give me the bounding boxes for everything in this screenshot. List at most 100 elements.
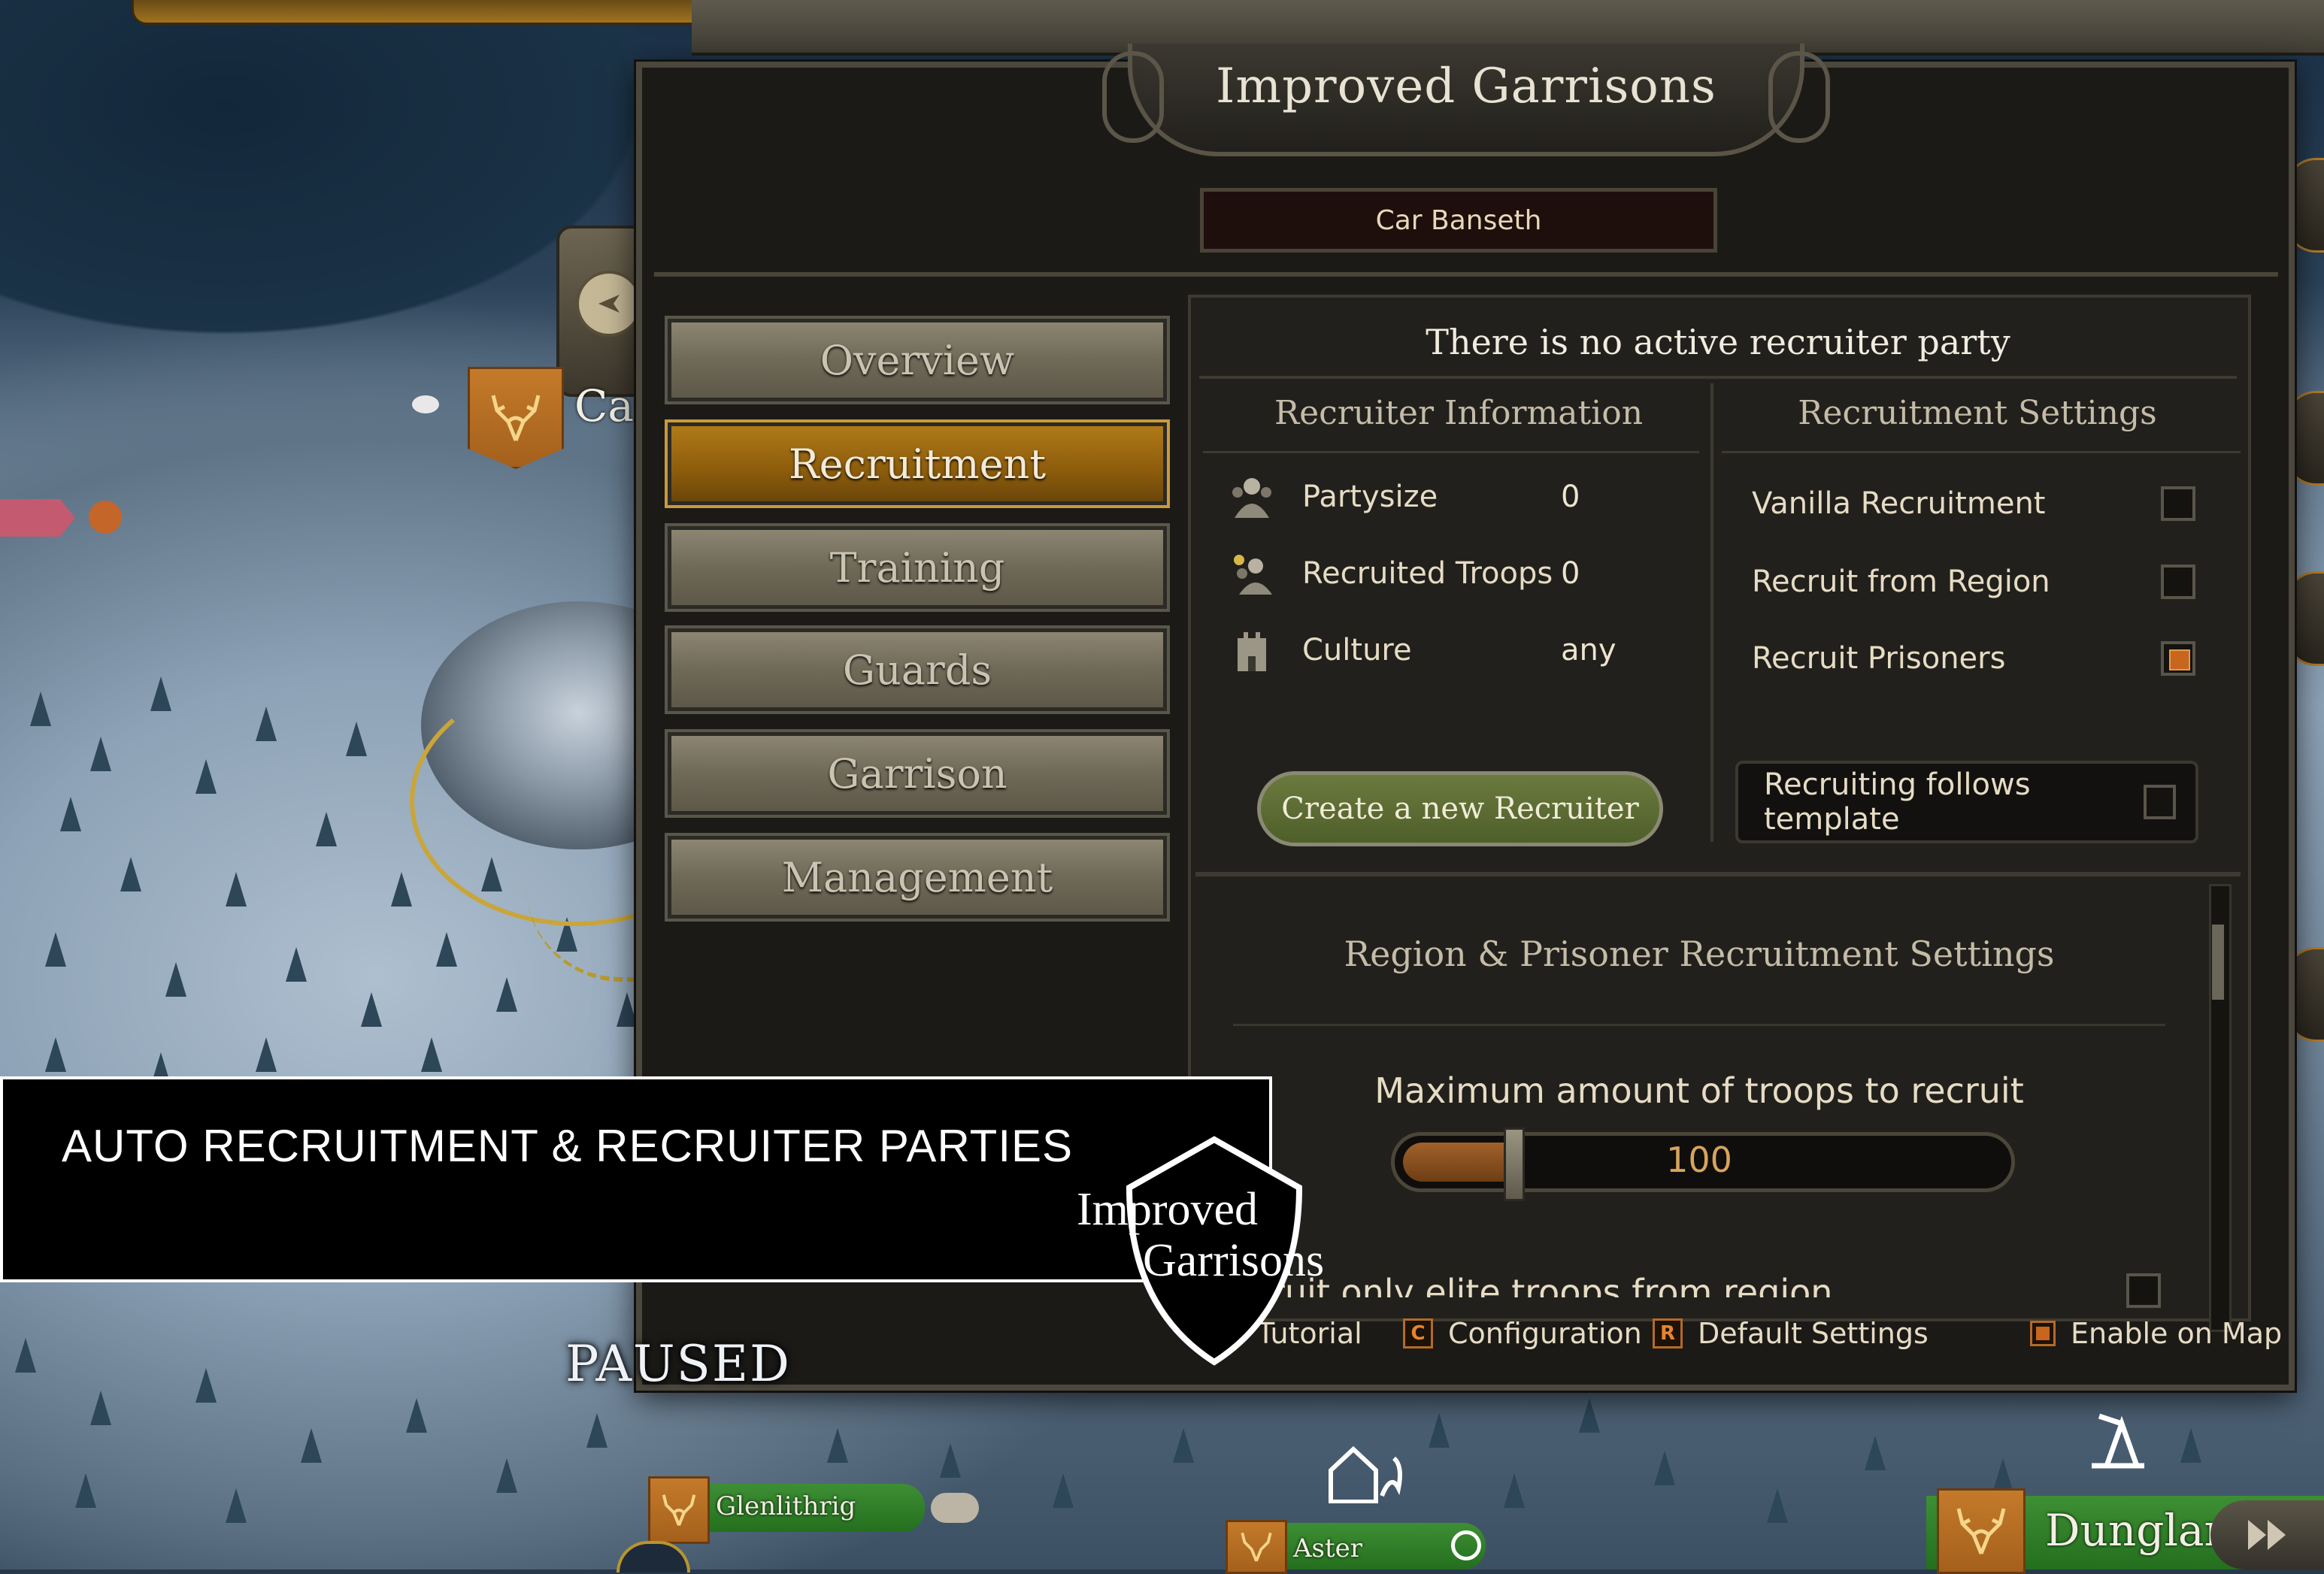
tree — [1429, 1413, 1450, 1448]
section-divider — [1195, 872, 2241, 876]
template-setting: Recruiting follows template — [1735, 761, 2198, 843]
faction-banner[interactable] — [1226, 1520, 1287, 1574]
castle-icon — [1224, 626, 1280, 674]
tree — [30, 692, 51, 726]
enable-on-map-checkbox[interactable] — [2030, 1321, 2056, 1346]
configuration-button[interactable]: C Configuration — [1403, 1312, 1642, 1355]
town-label[interactable]: Dunglan — [2045, 1505, 2232, 1556]
tab-label: Management — [781, 853, 1053, 901]
resource-icon[interactable] — [89, 501, 122, 534]
caption-text: AUTO RECRUITMENT & RECRUITER PARTIES — [62, 1121, 1074, 1171]
tree — [150, 677, 171, 711]
fast-forward-button[interactable] — [2210, 1500, 2324, 1569]
faction-banner[interactable] — [468, 367, 564, 469]
tab-label: Guards — [842, 646, 992, 694]
tree — [226, 1488, 247, 1523]
tab-management[interactable]: Management — [665, 833, 1170, 922]
tree — [406, 1398, 427, 1433]
enable-on-map-toggle[interactable]: Enable on Map — [2030, 1312, 2282, 1355]
header-divider — [654, 272, 2278, 277]
tree — [301, 1428, 322, 1463]
setting-label: Vanilla Recruitment — [1752, 486, 2046, 521]
tree — [1504, 1473, 1525, 1508]
setting-vanilla-recruitment: Vanilla Recruitment — [1752, 474, 2195, 534]
recruitment-settings-title: Recruitment Settings — [1798, 394, 2157, 432]
settlement-label[interactable]: Ca — [574, 380, 634, 431]
logo-text-garrisons: Garrisons — [1143, 1235, 1325, 1286]
divider — [1722, 451, 2241, 453]
divider — [1203, 451, 1699, 453]
tree — [827, 1428, 848, 1463]
stag-icon — [662, 1494, 696, 1527]
setting-label: Recruit Prisoners — [1752, 641, 2006, 676]
info-value: 0 — [1561, 480, 1580, 514]
eye-icon[interactable] — [412, 395, 439, 413]
faction-banner[interactable] — [648, 1476, 710, 1544]
elite-troops-checkbox[interactable] — [2126, 1273, 2161, 1308]
info-row-culture: Culture any — [1224, 624, 1645, 677]
tab-training[interactable]: Training — [665, 523, 1170, 612]
tree — [346, 722, 367, 756]
tree — [195, 759, 217, 794]
tree — [421, 1037, 442, 1072]
tab-overview[interactable]: Overview — [665, 316, 1170, 404]
info-row-partysize: Partysize 0 — [1224, 471, 1645, 523]
info-label: Partysize — [1302, 480, 1438, 514]
default-settings-button[interactable]: R Default Settings — [1653, 1312, 1929, 1355]
divider — [1233, 1024, 2165, 1026]
template-checkbox[interactable] — [2143, 785, 2176, 819]
recruiter-info-title: Recruiter Information — [1274, 394, 1644, 432]
recruit-prisoners-checkbox[interactable] — [2161, 641, 2195, 676]
tree — [226, 872, 247, 907]
info-row-recruited-troops: Recruited Troops 0 — [1224, 547, 1645, 600]
tree — [256, 707, 277, 741]
region-prisoner-settings-title: Region & Prisoner Recruitment Settings — [1344, 934, 2055, 974]
tree — [90, 1391, 111, 1425]
title-plate: Improved Garrisons — [1102, 44, 1830, 156]
logo-text-improved: Improved — [1077, 1184, 1259, 1235]
tree — [1173, 1428, 1194, 1463]
tree — [120, 857, 141, 891]
siege-icon[interactable] — [2084, 1409, 2152, 1469]
village-label[interactable]: Glenlithrig — [716, 1491, 856, 1521]
tree — [1865, 1436, 1886, 1470]
caption-box — [0, 1076, 1272, 1282]
faction-banner[interactable] — [1937, 1488, 2026, 1574]
tree — [496, 977, 517, 1012]
party-icon — [1224, 473, 1280, 521]
tree — [1767, 1488, 1788, 1523]
tab-garrison[interactable]: Garrison — [665, 729, 1170, 818]
create-recruiter-button[interactable]: Create a new Recruiter — [1257, 771, 1663, 846]
burning-village-icon[interactable] — [1316, 1436, 1406, 1504]
stag-icon — [491, 395, 541, 441]
vanilla-recruitment-checkbox[interactable] — [2161, 486, 2195, 521]
tree — [361, 992, 382, 1027]
tree — [1053, 1473, 1074, 1508]
tree — [165, 962, 186, 997]
paused-indicator: PAUSED — [565, 1335, 791, 1393]
info-value: 0 — [1561, 556, 1580, 591]
tab-recruitment[interactable]: Recruitment — [665, 419, 1170, 508]
tree — [256, 1037, 277, 1072]
party-label[interactable]: Aster — [1293, 1533, 1362, 1563]
tab-label: Overview — [820, 336, 1015, 384]
party-flag[interactable] — [0, 499, 75, 537]
tree — [586, 1413, 608, 1448]
tree — [2180, 1428, 2201, 1463]
tab-label: Recruitment — [788, 440, 1047, 488]
compass-icon[interactable] — [576, 271, 642, 337]
slider-handle[interactable] — [1504, 1128, 1525, 1201]
tree — [391, 872, 412, 907]
recruit-from-region-checkbox[interactable] — [2161, 565, 2195, 599]
tree — [316, 812, 337, 846]
tab-guards[interactable]: Guards — [665, 625, 1170, 714]
tree — [90, 737, 111, 771]
max-troops-label: Maximum amount of troops to recruit — [1374, 1070, 2024, 1111]
create-recruiter-label: Create a new Recruiter — [1281, 792, 1639, 826]
log-icon[interactable] — [931, 1493, 979, 1523]
info-label: Culture — [1302, 633, 1412, 667]
tree — [60, 797, 81, 831]
info-label: Recruited Troops — [1302, 556, 1553, 591]
scrollbar-thumb[interactable] — [2212, 925, 2224, 1000]
setting-label: Recruit from Region — [1752, 565, 2050, 599]
